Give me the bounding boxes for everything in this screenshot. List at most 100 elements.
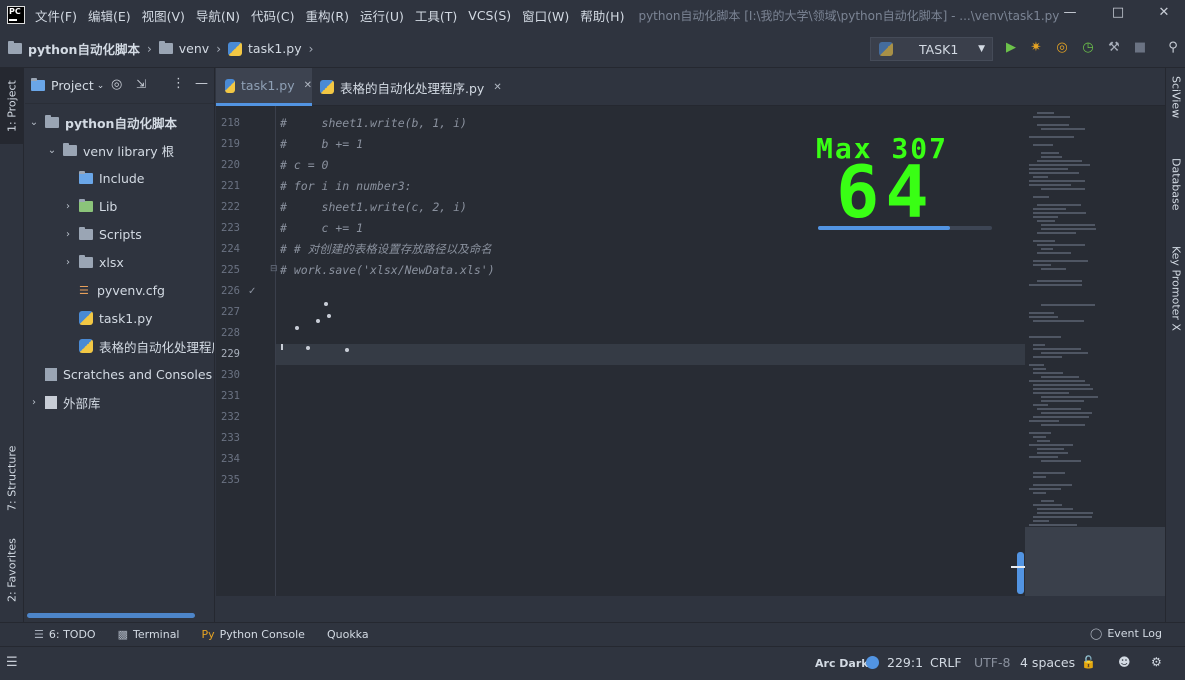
particle-dot xyxy=(295,326,299,330)
tree-item-xlsx[interactable]: › xlsx xyxy=(61,248,124,276)
maximize-icon[interactable]: □ xyxy=(1108,5,1128,23)
stop-icon[interactable]: ■ xyxy=(1131,40,1149,58)
menu-code[interactable]: 代码(C) xyxy=(251,6,294,25)
menu-navigate[interactable]: 导航(N) xyxy=(196,6,240,25)
minimap-viewport[interactable] xyxy=(1025,527,1165,596)
tool-tab-key-promoter[interactable]: Key Promoter X xyxy=(1166,246,1185,346)
tool-tab-quokka[interactable]: Quokka xyxy=(327,628,369,641)
minimap-line xyxy=(1037,244,1085,246)
minimap-line xyxy=(1037,280,1082,282)
python-console-icon: Py xyxy=(201,628,215,641)
minimap-line xyxy=(1029,136,1074,138)
tool-tab-structure[interactable]: 7: Structure xyxy=(0,438,24,518)
close-tab-icon[interactable]: ✕ xyxy=(493,82,501,93)
python-file-icon xyxy=(225,78,236,93)
line-number: 221 xyxy=(221,180,240,192)
project-view-select[interactable]: Project ⌄ xyxy=(31,78,104,93)
window-title: python自动化脚本 [I:\我的大学\领域\python自动化脚本] - .… xyxy=(638,8,1060,23)
code-line: # # 对创建的表格设置存放路径以及命名 xyxy=(280,242,492,256)
search-icon[interactable]: ⚲ xyxy=(1164,40,1182,58)
cursor-position[interactable]: 229:1 xyxy=(887,655,923,670)
breadcrumb-venv[interactable]: venv › xyxy=(158,41,228,56)
inspector-icon[interactable]: ☻ xyxy=(1118,655,1131,669)
collapse-all-icon[interactable]: ⇲ xyxy=(136,77,146,91)
menu-edit[interactable]: 编辑(E) xyxy=(88,6,131,25)
tree-item-lib[interactable]: › Lib xyxy=(61,192,117,220)
horizontal-scrollbar[interactable] xyxy=(27,613,195,618)
tool-tab-python-console[interactable]: Py Python Console xyxy=(202,628,305,641)
minimap-line xyxy=(1033,392,1069,394)
minimap-line xyxy=(1037,160,1082,162)
tree-item-venv[interactable]: ⌄ venv library 根 xyxy=(45,136,174,164)
run-with-coverage-icon[interactable]: ◎ xyxy=(1053,40,1071,58)
editor-tab-table-script[interactable]: 表格的自动化处理程序.py ✕ xyxy=(312,68,502,106)
minimap-line xyxy=(1033,216,1058,218)
line-ending[interactable]: CRLF xyxy=(930,655,962,670)
locate-file-icon[interactable]: ◎ xyxy=(111,77,122,92)
chevron-right-icon: › xyxy=(216,41,222,56)
tree-item-scratches[interactable]: Scratches and Consoles xyxy=(45,360,212,388)
menu-help[interactable]: 帮助(H) xyxy=(580,6,624,25)
tree-item-task1[interactable]: task1.py xyxy=(79,304,153,332)
tree-item-project-root[interactable]: ⌄ python自动化脚本 xyxy=(27,108,177,136)
minimap-line xyxy=(1041,268,1066,270)
profile-icon[interactable]: ◷ xyxy=(1079,40,1097,58)
line-number: 223 xyxy=(221,222,240,234)
editor-tab-task1[interactable]: task1.py ✕ xyxy=(216,68,312,106)
run-configuration-select[interactable]: TASK1 ▼ xyxy=(870,37,993,61)
close-tab-icon[interactable]: ✕ xyxy=(304,80,312,91)
menu-tools[interactable]: 工具(T) xyxy=(415,6,457,25)
folder-icon xyxy=(63,142,77,156)
close-window-icon[interactable]: ✕ xyxy=(1154,5,1174,23)
minimap-line xyxy=(1037,512,1093,514)
minimap-line xyxy=(1041,156,1062,158)
menu-run[interactable]: 运行(U) xyxy=(360,6,404,25)
code-minimap[interactable]: ✓ xyxy=(1025,106,1165,596)
code-editor[interactable]: 218 219 220 221 222 223 224 225 226 227 … xyxy=(216,106,1025,596)
breadcrumb-project[interactable]: python自动化脚本 › xyxy=(8,39,159,58)
chevron-right-icon: › xyxy=(146,41,152,56)
minimap-line xyxy=(1033,348,1081,350)
run-icon[interactable]: ▶ xyxy=(1002,40,1020,58)
tool-tab-terminal[interactable]: ▩ Terminal xyxy=(118,628,180,641)
line-number: 218 xyxy=(221,117,240,129)
menu-refactor[interactable]: 重构(R) xyxy=(306,6,349,25)
menu-view[interactable]: 视图(V) xyxy=(142,6,185,25)
left-tool-strip: 1: Project 7: Structure 2: Favorites xyxy=(0,68,24,622)
minimap-line xyxy=(1033,356,1062,358)
notifications-icon[interactable]: ⚙ xyxy=(1151,655,1162,669)
theme-indicator[interactable]: Arc Dark xyxy=(815,657,869,670)
tool-tab-database[interactable]: Database xyxy=(1166,158,1185,228)
line-number: 227 xyxy=(221,306,240,318)
minimap-line xyxy=(1033,484,1072,486)
tool-tab-sciview[interactable]: SciView xyxy=(1166,76,1185,146)
layers-icon[interactable]: ☰ xyxy=(6,655,18,670)
tree-item-include[interactable]: Include xyxy=(79,164,145,192)
hide-panel-icon[interactable]: — xyxy=(195,76,208,91)
tool-tab-favorites[interactable]: 2: Favorites xyxy=(0,530,24,610)
file-encoding[interactable]: UTF-8 xyxy=(974,655,1010,670)
indent-setting[interactable]: 4 spaces xyxy=(1020,655,1075,670)
minimize-icon[interactable]: — xyxy=(1060,5,1080,23)
line-number-current: 229 xyxy=(221,348,240,360)
vertical-scrollbar[interactable] xyxy=(1017,552,1024,594)
minimap-line xyxy=(1041,248,1053,250)
fold-marker-icon[interactable]: ⊟ xyxy=(270,264,278,274)
menu-file[interactable]: 文件(F) xyxy=(35,6,77,25)
tree-item-external-libraries[interactable]: › 外部库 xyxy=(27,388,101,416)
lock-icon[interactable]: 🔓 xyxy=(1081,655,1096,669)
menu-vcs[interactable]: VCS(S) xyxy=(468,8,511,23)
debug-icon[interactable]: ✷ xyxy=(1027,40,1045,58)
menu-window[interactable]: 窗口(W) xyxy=(522,6,569,25)
tree-item-scripts[interactable]: › Scripts xyxy=(61,220,142,248)
tool-tab-todo[interactable]: ☰ 6: TODO xyxy=(34,628,96,641)
chevron-down-icon: ⌄ xyxy=(29,116,39,128)
build-icon[interactable]: ⚒ xyxy=(1105,40,1123,58)
minimap-line xyxy=(1033,492,1046,494)
tool-tab-project[interactable]: 1: Project xyxy=(0,68,24,144)
tree-item-table-script[interactable]: 表格的自动化处理程序 xyxy=(79,332,214,360)
breadcrumb-file[interactable]: task1.py › xyxy=(228,41,320,56)
tree-item-pyvenv-cfg[interactable]: ☰ pyvenv.cfg xyxy=(79,276,165,304)
tool-tab-event-log[interactable]: ◯ Event Log xyxy=(1090,627,1162,640)
options-menu-icon[interactable]: ⋮ xyxy=(172,76,185,91)
